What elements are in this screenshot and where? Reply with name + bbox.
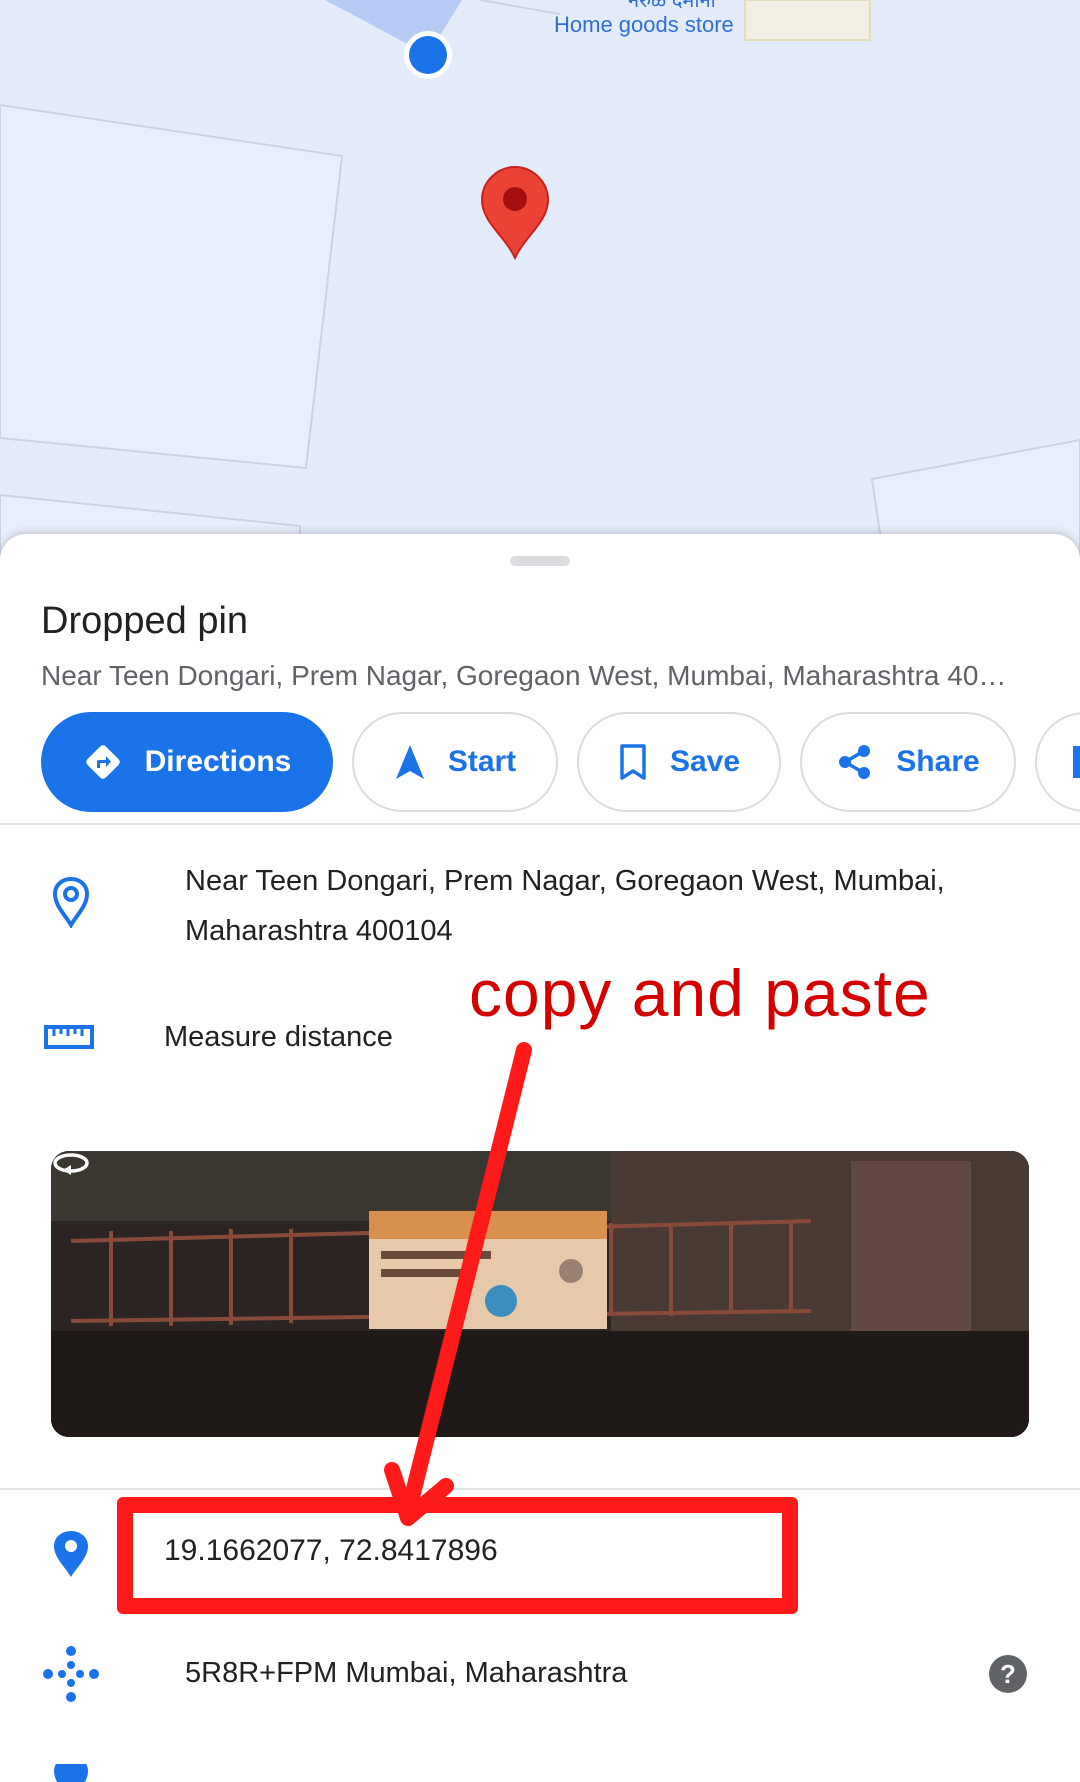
drag-handle[interactable] [510,556,570,566]
more-actions-button[interactable] [1035,712,1080,812]
share-button[interactable]: Share [800,712,1016,812]
directions-button[interactable]: Directions [41,712,333,812]
action-chips: Directions Start Save Share [0,712,1080,816]
location-pin-outline-icon [52,876,90,928]
start-label: Start [447,745,517,778]
plus-code-text[interactable]: 5R8R+FPM Mumbai, Maharashtra [185,1657,627,1690]
location-pin-filled-icon [54,1764,88,1782]
street-view-image [51,1151,1029,1437]
coordinates-icon-wrap [50,1526,92,1582]
plus-code-icon-wrap [42,1645,100,1703]
navigation-arrow-icon [395,745,424,779]
actions-divider [0,823,1080,825]
plus-code-icon [43,1646,99,1702]
address-row-icon-wrap [50,874,92,930]
share-icon [839,745,871,779]
place-subtitle: Near Teen Dongari, Prem Nagar, Goregaon … [41,660,1007,691]
location-pin-filled-icon [54,1531,88,1577]
map-canvas [0,0,1080,560]
share-label: Share [896,745,980,778]
map-store-label[interactable]: Home goods store [554,12,734,38]
photo-divider [0,1488,1080,1490]
ruler-icon-wrap [44,1022,94,1052]
map-view[interactable]: नेरुळ दमानी Home goods store [0,0,1080,560]
flag-icon [1073,746,1080,778]
place-title: Dropped pin [41,600,249,642]
help-icon[interactable]: ? [989,1655,1027,1693]
ruler-icon [44,1025,94,1049]
bookmark-icon [620,744,646,780]
address-text[interactable]: Near Teen Dongari, Prem Nagar, Goregaon … [185,856,1015,956]
map-pin-icon [480,165,550,261]
save-button[interactable]: Save [577,712,781,812]
start-button[interactable]: Start [352,712,558,812]
next-row-icon-wrap [52,1764,90,1782]
save-label: Save [669,745,741,778]
directions-icon [85,745,120,779]
street-view-photo[interactable] [51,1151,1029,1437]
annotation-text: copy and paste [469,956,931,1030]
annotation-highlight-box [117,1497,798,1614]
measure-distance-link[interactable]: Measure distance [164,1021,393,1054]
rotate-360-icon [53,1153,89,1175]
directions-label: Directions [144,745,292,778]
